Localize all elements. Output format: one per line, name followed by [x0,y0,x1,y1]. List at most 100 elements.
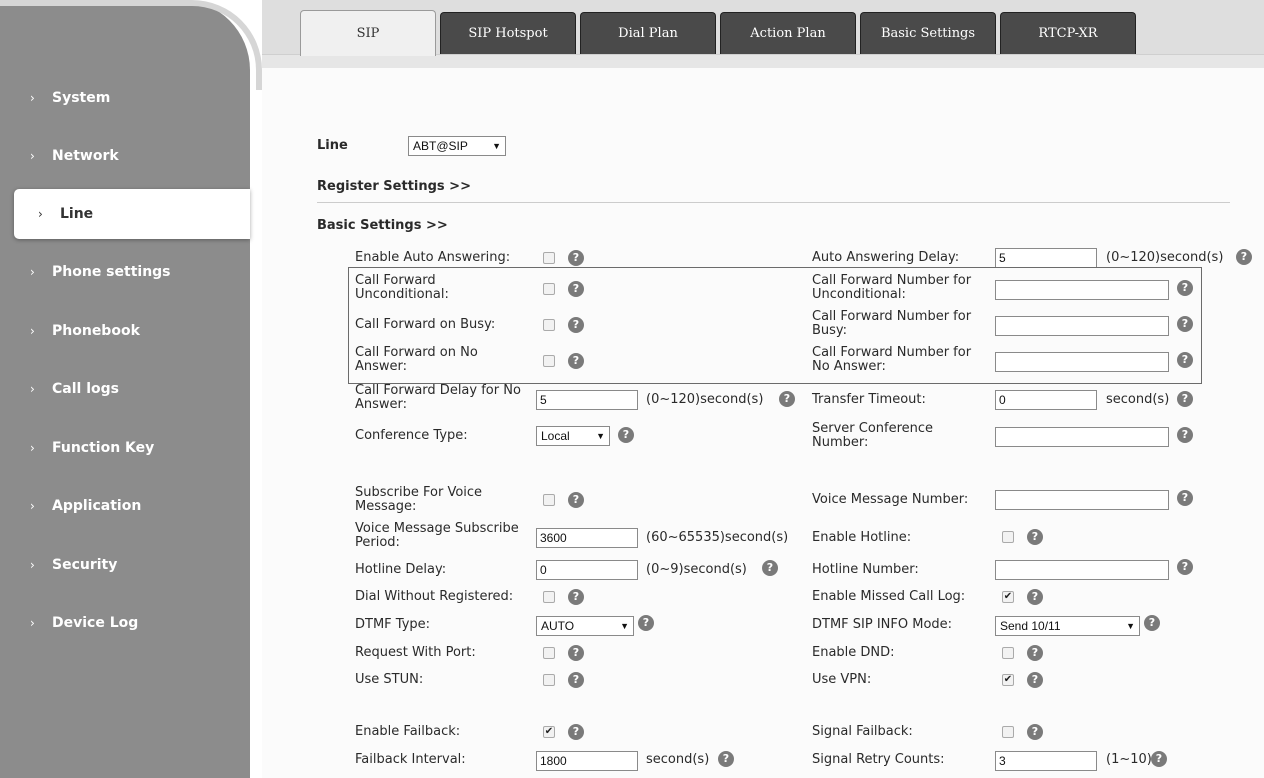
request-with-port-checkbox[interactable] [543,647,555,659]
help-icon[interactable]: ? [568,317,584,333]
sidebar-item-function-key[interactable]: › Function Key [0,428,250,468]
help-icon[interactable]: ? [1236,249,1252,265]
help-icon[interactable]: ? [568,353,584,369]
help-icon[interactable]: ? [1177,316,1193,332]
help-icon[interactable]: ? [1177,427,1193,443]
auto-answer-label: Enable Auto Answering: [355,250,511,265]
help-icon[interactable]: ? [1177,490,1193,506]
cf-busy-checkbox[interactable] [543,319,555,331]
chevron-right-icon: › [30,91,35,105]
tab-sip-hotspot[interactable]: SIP Hotspot [440,12,576,54]
cf-no-answer-number-input[interactable] [995,352,1169,372]
help-icon[interactable]: ? [568,724,584,740]
vm-subscribe-period-input[interactable]: 3600 [536,528,638,548]
cf-busy-number-input[interactable] [995,316,1169,336]
hotline-checkbox[interactable] [1002,531,1014,543]
sidebar-item-label: Call logs [52,381,119,397]
sidebar-item-phone-settings[interactable]: › Phone settings [0,252,250,292]
missed-call-log-checkbox[interactable]: ✔ [1002,591,1014,603]
help-icon[interactable]: ? [762,560,778,576]
help-icon[interactable]: ? [638,615,654,631]
cf-busy-number-label: Call Forward Number for Busy: [812,309,972,338]
signal-failback-checkbox[interactable] [1002,726,1014,738]
tab-action-plan[interactable]: Action Plan [720,12,856,54]
help-icon[interactable]: ? [1177,559,1193,575]
auto-answer-delay-input[interactable]: 5 [995,248,1097,268]
dial-without-registered-checkbox[interactable] [543,591,555,603]
sidebar-item-label: Application [52,498,142,514]
chevron-right-icon: › [38,207,43,221]
conference-type-select[interactable]: Local ▼ [536,426,610,446]
tab-basic-settings[interactable]: Basic Settings [860,12,996,54]
voice-message-number-input[interactable] [995,490,1169,510]
cf-delay-input[interactable]: 5 [536,390,638,410]
help-icon[interactable]: ? [1177,280,1193,296]
tab-sip[interactable]: SIP [300,10,436,56]
sidebar-item-device-log[interactable]: › Device Log [0,603,250,643]
subscribe-voice-label: Subscribe For Voice Message: [355,485,483,514]
transfer-timeout-input[interactable]: 0 [995,390,1097,410]
help-icon[interactable]: ? [1177,352,1193,368]
line-select[interactable]: ABT@SIP ▼ [408,136,506,156]
cf-busy-label: Call Forward on Busy: [355,317,496,332]
dtmf-sip-info-select[interactable]: Send 10/11 ▼ [995,616,1140,636]
help-icon[interactable]: ? [1027,645,1043,661]
hotline-number-label: Hotline Number: [812,562,919,577]
hotline-number-input[interactable] [995,560,1169,580]
failback-checkbox[interactable]: ✔ [543,726,555,738]
tab-rtcp-xr[interactable]: RTCP-XR [1000,12,1136,54]
sidebar-item-system[interactable]: › System [0,78,250,118]
cf-unconditional-checkbox[interactable] [543,283,555,295]
stun-checkbox[interactable] [543,674,555,686]
sidebar-item-security[interactable]: › Security [0,545,250,585]
auto-answer-checkbox[interactable] [543,252,555,264]
stun-label: Use STUN: [355,672,424,687]
dtmf-type-select[interactable]: AUTO ▼ [536,616,634,636]
help-icon[interactable]: ? [1027,724,1043,740]
help-icon[interactable]: ? [779,391,795,407]
signal-retry-input[interactable]: 3 [995,751,1097,771]
help-icon[interactable]: ? [1027,672,1043,688]
sidebar-item-call-logs[interactable]: › Call logs [0,369,250,409]
dnd-checkbox[interactable] [1002,647,1014,659]
subscribe-voice-checkbox[interactable] [543,494,555,506]
help-icon[interactable]: ? [1144,615,1160,631]
help-icon[interactable]: ? [1151,751,1167,767]
cf-delay-label: Call Forward Delay for No Answer: [355,383,521,412]
sidebar-item-label: Network [52,148,119,164]
vm-subscribe-period-label: Voice Message Subscribe Period: [355,521,519,550]
chevron-right-icon: › [30,149,35,163]
sidebar-item-line[interactable]: › Line [14,189,250,239]
help-icon[interactable]: ? [1027,529,1043,545]
sidebar-item-network[interactable]: › Network [0,136,250,176]
help-icon[interactable]: ? [568,250,584,266]
help-icon[interactable]: ? [568,645,584,661]
cf-no-answer-checkbox[interactable] [543,355,555,367]
sidebar-item-label: Line [60,206,94,222]
help-icon[interactable]: ? [568,492,584,508]
server-conference-number-input[interactable] [995,427,1169,447]
help-icon[interactable]: ? [568,672,584,688]
sidebar-item-application[interactable]: › Application [0,486,250,526]
sidebar-item-phonebook[interactable]: › Phonebook [0,311,250,351]
failback-interval-unit: second(s) [646,752,710,767]
tab-dial-plan[interactable]: Dial Plan [580,12,716,54]
vpn-checkbox[interactable]: ✔ [1002,674,1014,686]
basic-settings-link[interactable]: Basic Settings >> [317,219,448,233]
failback-interval-input[interactable]: 1800 [536,751,638,771]
help-icon[interactable]: ? [1027,589,1043,605]
register-settings-link[interactable]: Register Settings >> [317,180,471,194]
help-icon[interactable]: ? [718,751,734,767]
cf-unconditional-number-input[interactable] [995,280,1169,300]
help-icon[interactable]: ? [618,427,634,443]
hotline-delay-input[interactable]: 0 [536,560,638,580]
chevron-right-icon: › [30,558,35,572]
help-icon[interactable]: ? [1177,391,1193,407]
help-icon[interactable]: ? [568,281,584,297]
chevron-right-icon: › [30,441,35,455]
vpn-label: Use VPN: [812,672,872,687]
dnd-label: Enable DND: [812,645,895,660]
chevron-right-icon: › [30,265,35,279]
help-icon[interactable]: ? [568,589,584,605]
cf-no-answer-number-label: Call Forward Number for No Answer: [812,345,972,374]
